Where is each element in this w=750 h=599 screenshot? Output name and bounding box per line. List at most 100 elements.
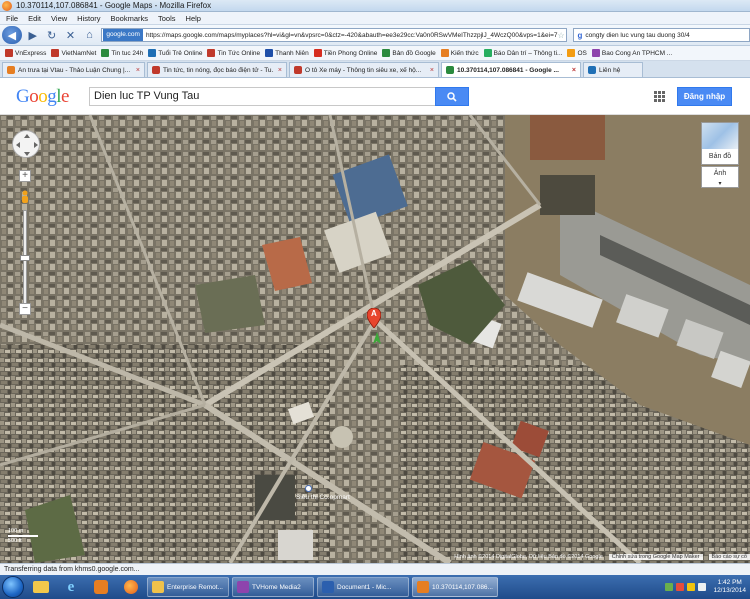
bookmark-favicon-icon bbox=[382, 49, 391, 57]
system-clock[interactable]: 1:42 PM 12/13/2014 bbox=[713, 579, 746, 595]
bookmark-item[interactable]: Bao Cong An TPHCM ... bbox=[591, 49, 672, 57]
scale-label-imperial: 500 ft bbox=[8, 538, 22, 544]
site-identity-badge[interactable]: google.com bbox=[103, 29, 143, 41]
menu-view[interactable]: View bbox=[51, 14, 67, 23]
menu-bookmarks[interactable]: Bookmarks bbox=[111, 14, 149, 23]
tab-favicon-icon bbox=[446, 66, 454, 74]
google-logo[interactable]: Google bbox=[16, 86, 69, 108]
report-problem-link[interactable]: Báo cáo sự cố bbox=[708, 553, 750, 560]
taskbar-pinned-firefox[interactable] bbox=[118, 577, 144, 597]
tab-active[interactable]: 10.370114,107.086841 - Google ... × bbox=[441, 62, 581, 77]
stop-button[interactable]: ✕ bbox=[63, 27, 79, 43]
maptype-map-button[interactable]: Bản đồ bbox=[701, 122, 739, 165]
tab[interactable]: Tin tức, tin nóng, đọc báo điện tử - Tu.… bbox=[147, 62, 287, 77]
browser-search-box[interactable]: g congty dien luc vung tau duong 30/4 bbox=[573, 28, 750, 42]
search-icon bbox=[447, 91, 457, 102]
taskbar-window-item[interactable]: Document1 - Mic... bbox=[317, 577, 409, 597]
url-bar[interactable]: google.com https://maps.google.com/maps/… bbox=[101, 28, 568, 42]
maps-search-button[interactable] bbox=[435, 87, 469, 106]
arrow-marker-icon bbox=[373, 332, 381, 344]
taskbar-item-label: Enterprise Remot... bbox=[167, 583, 223, 591]
bookmark-label: Báo Dân trí – Thông ti... bbox=[493, 49, 563, 57]
clock-date: 12/13/2014 bbox=[713, 587, 746, 594]
bookmark-star-icon[interactable]: ☆ bbox=[558, 31, 567, 40]
bookmark-label: Tin tuc 24h bbox=[111, 49, 144, 57]
maps-search-input[interactable]: Dien luc TP Vung Tau bbox=[89, 87, 436, 106]
url-text: https://maps.google.com/maps/myplaces?hl… bbox=[145, 31, 558, 39]
scale-bar: 100 m 500 ft bbox=[8, 528, 46, 548]
reload-icon: ↻ bbox=[47, 29, 57, 42]
tab-label: Liên hệ bbox=[599, 66, 621, 74]
taskbar-window-item[interactable]: TVHome Media2 bbox=[232, 577, 314, 597]
taskbar-window-item[interactable]: 10.370114,107.086... bbox=[412, 577, 498, 597]
tray-flag-icon[interactable] bbox=[687, 583, 696, 591]
tab[interactable]: Ăn trưa tại Vtau - Thảo Luận Chung |... × bbox=[2, 62, 145, 77]
system-tray: 1:42 PM 12/13/2014 bbox=[661, 575, 750, 599]
place-co-opmart[interactable] bbox=[305, 485, 312, 492]
pan-control[interactable] bbox=[12, 130, 40, 158]
google-search-engine-icon[interactable]: g bbox=[577, 31, 582, 40]
zoom-in-button[interactable]: + bbox=[19, 170, 31, 182]
bookmark-item[interactable]: OS bbox=[567, 49, 587, 57]
back-button[interactable]: ◀ bbox=[2, 26, 22, 44]
taskbar-pinned-folder[interactable] bbox=[28, 577, 54, 597]
tab-favicon-icon bbox=[588, 66, 596, 74]
bookmark-item[interactable]: Tuổi Trẻ Online bbox=[148, 49, 202, 57]
pegman-icon bbox=[22, 190, 28, 203]
apps-grid-icon[interactable] bbox=[654, 91, 665, 102]
bookmark-item[interactable]: Bản đồ Google bbox=[382, 49, 436, 57]
maptype-satellite-label: Ảnh bbox=[713, 170, 727, 177]
menu-tools[interactable]: Tools bbox=[158, 14, 176, 23]
bookmark-item[interactable]: Báo Dân trí – Thông ti... bbox=[483, 49, 563, 57]
start-button[interactable] bbox=[2, 576, 24, 598]
marker-label: A bbox=[371, 309, 377, 318]
street-view-pegman[interactable] bbox=[19, 190, 31, 206]
signin-button[interactable]: Đăng nhập bbox=[677, 87, 732, 106]
tab-close-icon[interactable]: × bbox=[430, 67, 434, 74]
reload-button[interactable]: ↻ bbox=[44, 27, 60, 43]
menu-file[interactable]: File bbox=[6, 14, 18, 23]
bookmark-favicon-icon bbox=[5, 49, 13, 57]
green-arrow-marker[interactable] bbox=[373, 332, 381, 344]
chevron-down-icon: ▾ bbox=[718, 181, 722, 187]
scale-line bbox=[8, 535, 38, 537]
tab-close-icon[interactable]: × bbox=[572, 67, 576, 74]
bookmark-item[interactable]: VnExpress bbox=[5, 49, 46, 57]
bookmark-item[interactable]: Tin tuc 24h bbox=[101, 49, 143, 57]
taskbar-pinned-media-player[interactable] bbox=[88, 577, 114, 597]
bookmark-item[interactable]: Kiến thức bbox=[440, 49, 479, 57]
tab[interactable]: Ô tô Xe máy - Thông tin siêu xe, xế hộ..… bbox=[289, 62, 439, 77]
home-button[interactable]: ⌂ bbox=[81, 27, 97, 43]
bookmark-item[interactable]: VietNamNet bbox=[51, 49, 96, 57]
menu-history[interactable]: History bbox=[77, 14, 100, 23]
taskbar-window-item[interactable]: Enterprise Remot... bbox=[147, 577, 229, 597]
tray-volume-icon[interactable] bbox=[698, 583, 707, 591]
taskbar-item-label: 10.370114,107.086... bbox=[432, 583, 493, 591]
taskbar-pinned-ie[interactable]: e bbox=[58, 577, 84, 597]
tab[interactable]: Liên hệ bbox=[583, 62, 643, 77]
tab-strip: Ăn trưa tại Vtau - Thảo Luận Chung |... ×… bbox=[0, 61, 750, 78]
bookmark-item[interactable]: Tiền Phong Online bbox=[313, 49, 377, 57]
maptype-satellite-button[interactable]: Ảnh ▾ bbox=[701, 166, 739, 188]
media-player-icon bbox=[94, 580, 108, 594]
zoom-out-button[interactable]: − bbox=[19, 303, 31, 315]
bookmark-item[interactable]: Thanh Niên bbox=[265, 49, 309, 57]
place-label: Siêu thị Co.opmart bbox=[296, 494, 350, 501]
taskbar-item-label: Document1 - Mic... bbox=[337, 583, 392, 591]
bookmark-favicon-icon bbox=[207, 49, 216, 57]
edit-in-map-maker-link[interactable]: Chỉnh sửa trong Google Map Maker bbox=[608, 553, 703, 560]
tab-close-icon[interactable]: × bbox=[136, 67, 140, 74]
menu-edit[interactable]: Edit bbox=[28, 14, 41, 23]
map-marker-a[interactable]: A bbox=[366, 307, 382, 329]
tab-close-icon[interactable]: × bbox=[278, 67, 282, 74]
zoom-slider-handle[interactable] bbox=[20, 255, 30, 261]
clock-time: 1:42 PM bbox=[717, 579, 742, 586]
tray-antivirus-icon[interactable] bbox=[676, 583, 685, 591]
navigation-toolbar: ◀ ▶ ↻ ✕ ⌂ google.com https://maps.google… bbox=[0, 25, 750, 46]
bookmark-label: VnExpress bbox=[15, 49, 47, 57]
stop-icon: ✕ bbox=[65, 29, 76, 42]
menu-help[interactable]: Help bbox=[186, 14, 201, 23]
tray-network-icon[interactable] bbox=[665, 583, 674, 591]
bookmark-item[interactable]: Tin Tức Online bbox=[207, 49, 260, 57]
forward-button[interactable]: ▶ bbox=[25, 27, 41, 43]
